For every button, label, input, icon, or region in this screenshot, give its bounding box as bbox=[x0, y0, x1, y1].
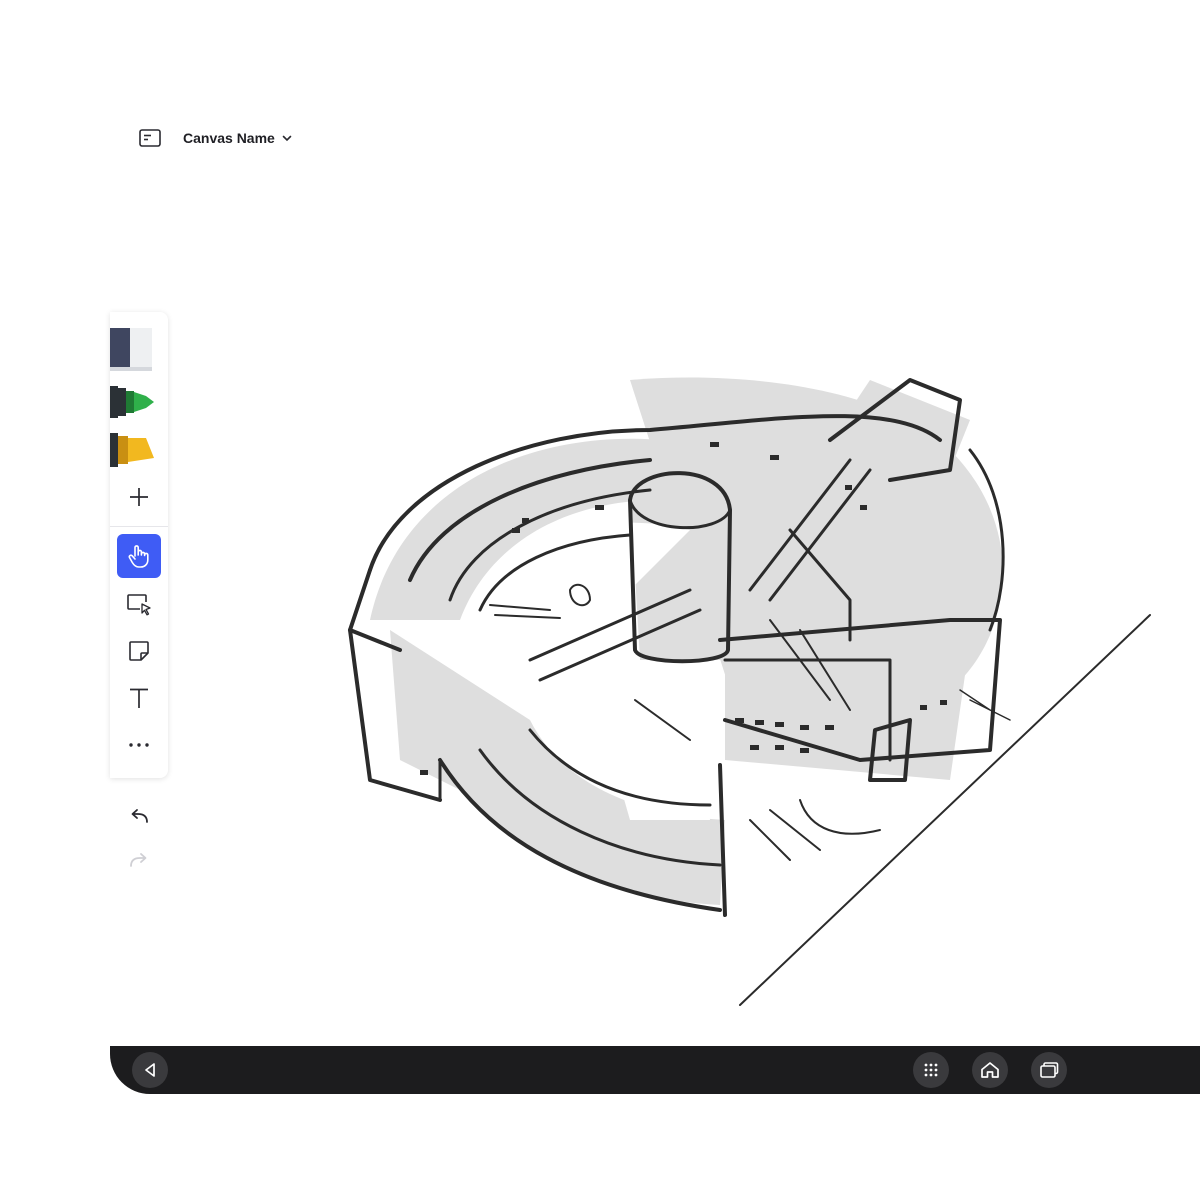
marker-icon[interactable] bbox=[110, 380, 168, 424]
redo-icon[interactable] bbox=[117, 845, 161, 875]
highlighter-icon[interactable] bbox=[110, 428, 168, 472]
sticky-note-icon[interactable] bbox=[110, 629, 168, 673]
canvas-sketch-drawing bbox=[348, 377, 1151, 1006]
apps-grid-icon[interactable] bbox=[913, 1052, 949, 1088]
canvas-header: Canvas Name bbox=[136, 124, 293, 152]
hand-pointer-icon[interactable] bbox=[117, 534, 161, 578]
select-area-icon[interactable] bbox=[110, 582, 168, 626]
undo-icon[interactable] bbox=[117, 801, 161, 831]
back-triangle-icon[interactable] bbox=[132, 1052, 168, 1088]
system-nav-bar bbox=[110, 1046, 1200, 1094]
canvas-name[interactable]: Canvas Name bbox=[183, 130, 275, 146]
more-horizontal-icon[interactable] bbox=[110, 723, 168, 767]
recents-icon[interactable] bbox=[1031, 1052, 1067, 1088]
tool-panel bbox=[110, 312, 168, 778]
plus-icon[interactable] bbox=[110, 475, 168, 519]
toolbar-divider bbox=[110, 526, 168, 527]
canvas-card-icon[interactable] bbox=[136, 124, 164, 152]
text-icon[interactable] bbox=[110, 676, 168, 720]
eraser-icon[interactable] bbox=[110, 328, 168, 372]
home-icon[interactable] bbox=[972, 1052, 1008, 1088]
chevron-down-icon[interactable] bbox=[281, 132, 293, 144]
